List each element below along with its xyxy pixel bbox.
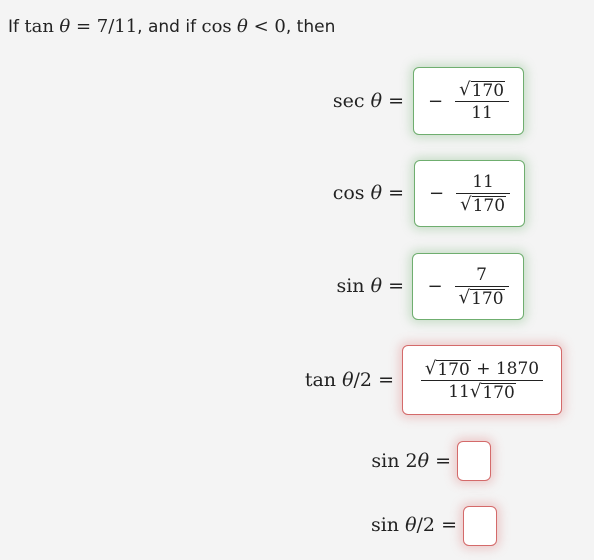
equals-sign: =	[435, 514, 457, 536]
label-cos-theta: cos θ =	[333, 182, 404, 204]
negative-sign: −	[427, 90, 444, 112]
intro-mid: , and if	[137, 17, 202, 37]
equals-sign: =	[372, 369, 394, 391]
cond-func: cos	[201, 16, 232, 37]
radicand: 170	[470, 80, 506, 101]
radical-icon: √	[460, 194, 472, 215]
radicand: 170	[471, 196, 507, 216]
answer-box-sec-theta[interactable]: − √ 170 11	[413, 67, 524, 135]
numerator: 7	[476, 265, 487, 285]
label-tail: /2	[353, 369, 373, 391]
label-sec-theta: sec θ =	[333, 90, 404, 112]
answer-box-cos-theta[interactable]: − 11 √ 170	[414, 160, 525, 227]
radicand: 170	[436, 359, 471, 380]
label-func: cos	[332, 182, 371, 204]
label-var: θ	[370, 90, 383, 112]
label-var: θ	[370, 275, 383, 297]
numerator-addend: + 1870	[470, 358, 540, 379]
intro-prefix: If	[8, 17, 25, 37]
numerator: √ 170 + 1870	[421, 358, 543, 380]
label-var: θ	[417, 450, 430, 472]
fraction: 11 √ 170	[456, 171, 511, 216]
answer-box-tan-half-theta[interactable]: √ 170 + 1870 11 √ 170	[402, 345, 562, 415]
given-eq: = 7/11	[70, 16, 138, 37]
sqrt-expression: √ 170	[424, 357, 471, 380]
equals-sign: =	[382, 182, 404, 204]
cond-rel: < 0	[247, 16, 286, 37]
sqrt-expression: √ 170	[469, 380, 516, 403]
answer-box-sin-2-theta[interactable]	[457, 441, 491, 481]
label-var: θ	[405, 514, 417, 536]
sqrt-expression: √ 170	[459, 288, 505, 308]
denominator: √ 170	[456, 194, 510, 216]
label-func: sin	[336, 275, 371, 297]
denominator-coefficient: 11	[448, 381, 470, 402]
label-func: tan	[304, 369, 343, 391]
label-tan-half-theta: tan θ/2 =	[305, 369, 394, 391]
negative-sign: −	[427, 276, 443, 297]
label-var: θ	[370, 182, 383, 204]
label-sin-half-theta: sin θ/2 =	[371, 514, 457, 536]
numerator: √ 170	[455, 79, 509, 101]
label-tail: /2	[416, 514, 436, 536]
label-func: sin	[370, 514, 406, 536]
numerator: 11	[472, 172, 494, 192]
negative-sign: −	[428, 183, 445, 204]
equals-sign: =	[382, 90, 404, 112]
intro-suffix: , then	[285, 17, 336, 37]
label-var: θ	[342, 369, 354, 391]
fraction: √ 170 + 1870 11 √ 170	[420, 358, 544, 403]
sqrt-expression: √ 170	[459, 78, 506, 101]
radical-icon: √	[458, 287, 471, 308]
given-var: θ	[59, 16, 71, 37]
given-func: tan	[24, 16, 54, 37]
label-func: sec	[332, 90, 371, 112]
radical-icon: √	[459, 78, 471, 100]
denominator: 11 √ 170	[444, 381, 520, 403]
equals-sign: =	[429, 450, 451, 472]
denominator: 11	[471, 102, 493, 123]
radical-icon: √	[424, 357, 437, 379]
answer-box-sin-theta[interactable]: − 7 √ 170	[412, 253, 524, 320]
answer-box-sin-half-theta[interactable]	[463, 506, 497, 546]
fraction: √ 170 11	[455, 79, 510, 124]
cond-var: θ	[237, 16, 248, 37]
label-func: sin 2	[371, 450, 418, 472]
radical-icon: √	[469, 380, 482, 402]
radicand: 170	[470, 289, 505, 309]
fraction: 7 √ 170	[454, 264, 509, 309]
radicand: 170	[481, 382, 516, 403]
denominator: √ 170	[455, 287, 509, 309]
equals-sign: =	[382, 275, 404, 297]
sqrt-expression: √ 170	[460, 194, 507, 216]
label-sin-theta: sin θ =	[336, 275, 404, 297]
label-sin-2-theta: sin 2θ =	[371, 450, 451, 472]
problem-statement: If tan θ = 7/11, and if cos θ < 0, then	[8, 16, 335, 37]
